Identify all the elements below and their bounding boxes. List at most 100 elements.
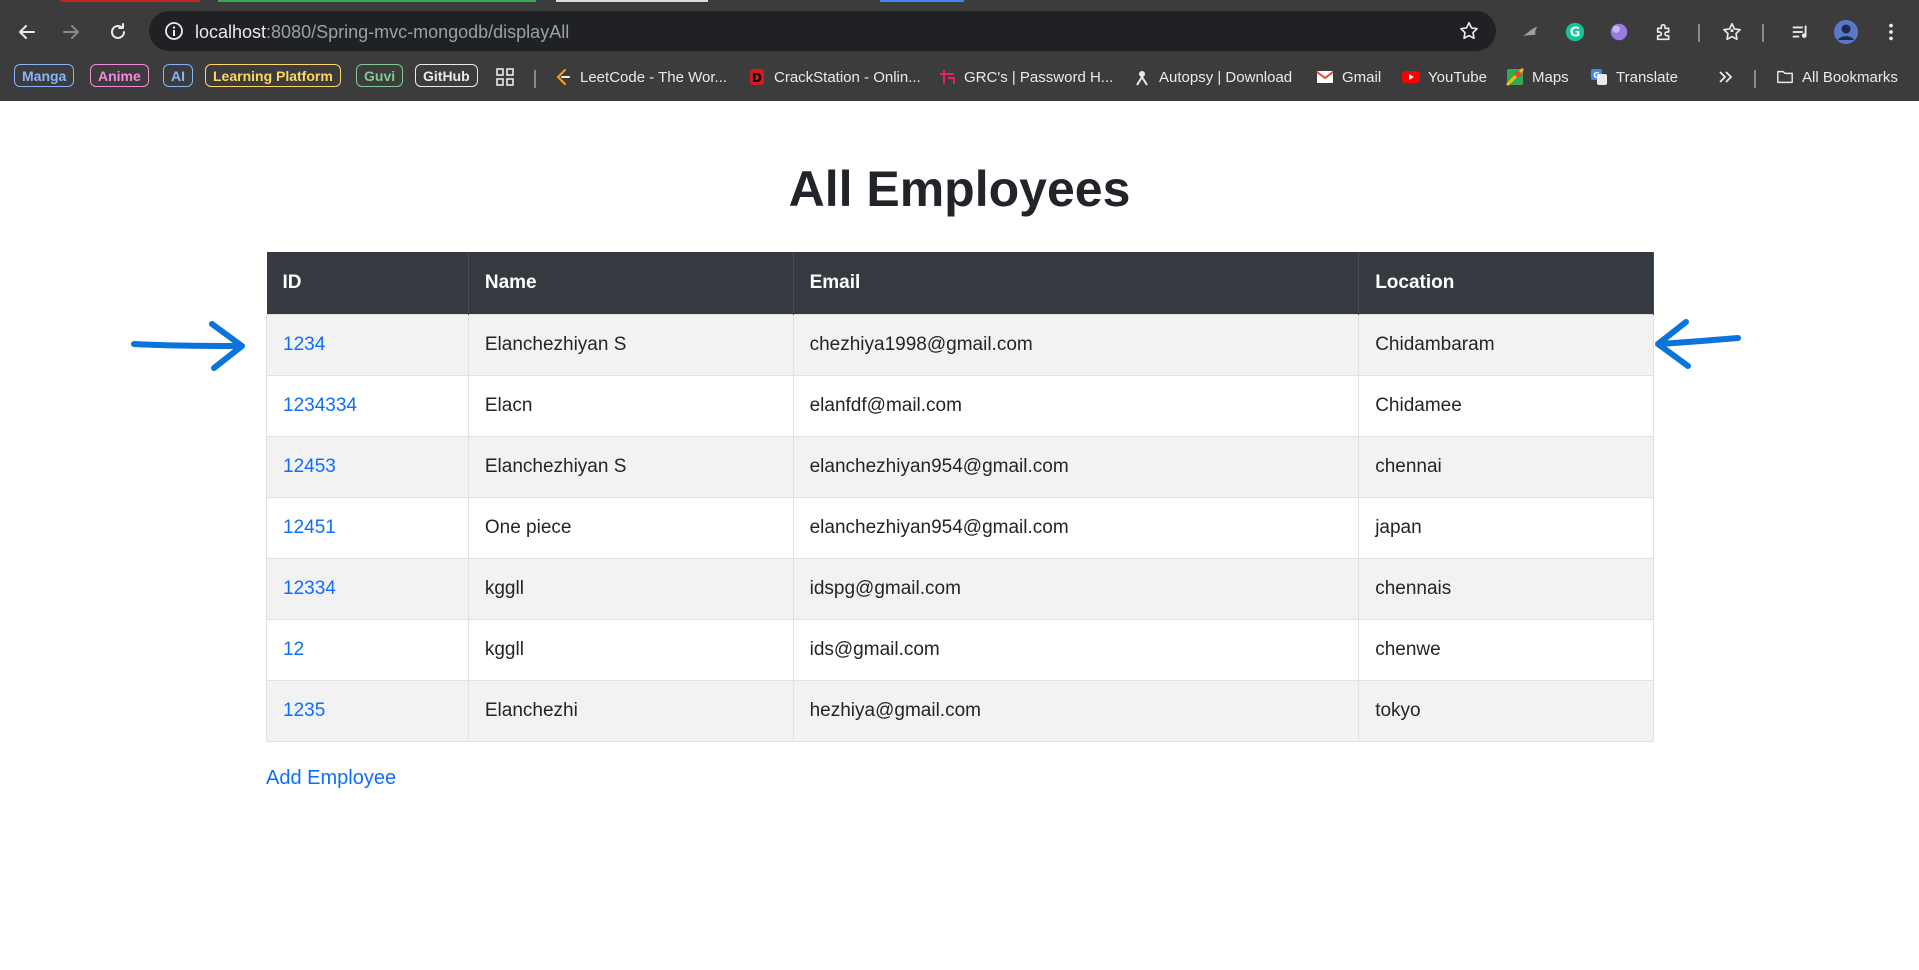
cell-name: kggll <box>467 618 794 681</box>
employee-id-link[interactable]: 12451 <box>283 517 336 538</box>
bookmark-youtube[interactable]: YouTube <box>1402 66 1487 88</box>
folder-icon <box>1776 68 1794 86</box>
cell-id: 1235 <box>266 679 469 742</box>
bookmark-folder-guvi[interactable]: Guvi <box>356 64 404 87</box>
bookmark-crackstation[interactable]: D CrackStation - Onlin... <box>748 66 921 88</box>
more-bookmarks-chevron-icon[interactable] <box>1716 66 1734 88</box>
cell-id: 12 <box>266 618 469 681</box>
bookmark-folder-ai[interactable]: AI <box>163 64 193 87</box>
cell-email: hezhiya@gmail.com <box>792 679 1360 742</box>
employee-id-link[interactable]: 12334 <box>283 578 336 599</box>
cell-email: elanchezhiyan954@gmail.com <box>792 435 1360 498</box>
bookmark-translate[interactable]: G Translate <box>1590 66 1678 88</box>
svg-text:G: G <box>1570 26 1581 41</box>
back-icon[interactable] <box>12 17 42 47</box>
cell-email: elanfdf@mail.com <box>792 374 1360 437</box>
employee-id-link[interactable]: 1234334 <box>283 395 357 416</box>
bookmarks-separator <box>1754 70 1756 88</box>
cell-id: 12334 <box>266 557 469 620</box>
autopsy-icon <box>1133 68 1151 86</box>
cell-name: kggll <box>467 557 794 620</box>
bookmark-label: Maps <box>1532 68 1569 86</box>
bookmarks-bar: Manga Anime AI Learning Platform Guvi Gi… <box>0 60 1919 96</box>
bookmarks-separator <box>534 70 536 88</box>
table-header-row: ID Name Email Location <box>266 252 1654 314</box>
extension-shark-icon[interactable] <box>1516 17 1546 47</box>
cell-id: 1234 <box>266 313 469 376</box>
bookmark-maps[interactable]: Maps <box>1506 66 1569 88</box>
cell-email: chezhiya1998@gmail.com <box>792 313 1360 376</box>
crackstation-icon: D <box>748 68 766 86</box>
employee-id-link[interactable]: 12453 <box>283 456 336 477</box>
cell-id: 1234334 <box>266 374 469 437</box>
cell-email: elanchezhiyan954@gmail.com <box>792 496 1360 559</box>
bookmark-grc[interactable]: GRC's | Password H... <box>938 66 1113 88</box>
bookmark-folder-github[interactable]: GitHub <box>415 64 478 87</box>
grc-icon <box>938 68 956 86</box>
annotation-arrow-right <box>131 321 245 371</box>
employee-id-link[interactable]: 12 <box>283 639 304 660</box>
tab-indicator <box>218 0 536 2</box>
employee-id-link[interactable]: 1235 <box>283 700 325 721</box>
cell-name: Elanchezhiyan S <box>467 313 794 376</box>
translate-icon: G <box>1590 68 1608 86</box>
table-row: 1234 Elanchezhiyan Schezhiya1998@gmail.co… <box>266 313 1654 376</box>
bookmark-folder-learning-platform[interactable]: Learning Platform <box>205 64 341 87</box>
bookmark-folder-manga[interactable]: Manga <box>14 64 75 87</box>
bookmark-leetcode[interactable]: LeetCode - The Wor... <box>554 66 727 88</box>
table-row: 12451 One piece elanchezhiyan954@gmail.com… <box>266 496 1654 559</box>
annotation-arrow-left <box>1655 319 1741 369</box>
browser-toolbar: localhost:8080/Spring-mvc-mongodb/displa… <box>0 4 1919 56</box>
url-text[interactable]: localhost:8080/Spring-mvc-mongodb/displa… <box>195 22 569 43</box>
site-info-icon[interactable] <box>159 16 189 46</box>
cell-id: 12451 <box>266 496 469 559</box>
url-path: :8080/Spring-mvc-mongodb/displayAll <box>266 22 570 42</box>
url-host: localhost <box>195 22 267 42</box>
table-body: 1234 Elanchezhiyan Schezhiya1998@gmail.co… <box>266 313 1654 742</box>
table-row: 1235 Elanchezhi hezhiya@gmail.com tokyo <box>266 679 1654 742</box>
bookmark-autopsy[interactable]: Autopsy | Download <box>1133 66 1292 88</box>
bookmark-label: Autopsy | Download <box>1159 68 1293 86</box>
column-header-location: Location <box>1358 252 1654 314</box>
tab-strip <box>0 0 1919 3</box>
extensions-puzzle-icon[interactable] <box>1650 17 1680 47</box>
employees-table: ID Name Email Location 1234 Elanchezhiyan… <box>266 252 1654 742</box>
menu-kebab-icon[interactable] <box>1876 17 1906 47</box>
extension-orb-icon[interactable] <box>1604 17 1634 47</box>
cell-location: Chidambaram <box>1358 313 1654 376</box>
tab-indicator <box>556 0 708 2</box>
column-header-name: Name <box>468 252 794 314</box>
all-bookmarks-button[interactable]: All Bookmarks <box>1776 66 1898 88</box>
gmail-icon <box>1316 68 1334 86</box>
cell-email: idspg@gmail.com <box>792 557 1360 620</box>
bookmark-star-icon[interactable] <box>1454 16 1484 46</box>
tab-indicator <box>880 0 964 2</box>
svg-text:D: D <box>752 71 762 85</box>
bookmark-folder-anime[interactable]: Anime <box>90 64 149 87</box>
media-controls-icon[interactable] <box>1786 17 1816 47</box>
bookmark-label: LeetCode - The Wor... <box>580 68 728 86</box>
bookmark-label: Translate <box>1616 68 1678 86</box>
cell-location: chennais <box>1358 557 1654 620</box>
leetcode-icon <box>554 68 572 86</box>
browser-chrome: localhost:8080/Spring-mvc-mongodb/displa… <box>0 0 1919 101</box>
cell-email: ids@gmail.com <box>792 618 1360 681</box>
maps-icon <box>1506 68 1524 86</box>
add-employee-link[interactable]: Add Employee <box>266 767 396 790</box>
cell-location: chenwe <box>1358 618 1654 681</box>
reload-icon[interactable] <box>103 17 133 47</box>
forward-icon[interactable] <box>56 17 86 47</box>
page-title: All Employees <box>788 161 1131 217</box>
all-bookmarks-label: All Bookmarks <box>1802 68 1898 86</box>
column-header-id: ID <box>266 252 469 314</box>
cell-location: tokyo <box>1358 679 1654 742</box>
apps-grid-icon[interactable] <box>495 66 515 88</box>
svg-text:G: G <box>1593 71 1600 80</box>
youtube-icon <box>1402 68 1420 86</box>
bookmark-gmail[interactable]: Gmail <box>1316 66 1381 88</box>
address-bar[interactable]: localhost:8080/Spring-mvc-mongodb/displa… <box>149 11 1496 51</box>
bookmarks-star-icon[interactable] <box>1717 17 1747 47</box>
employee-id-link[interactable]: 1234 <box>283 334 325 355</box>
grammarly-icon[interactable]: G <box>1560 17 1590 47</box>
profile-avatar[interactable] <box>1831 17 1861 47</box>
